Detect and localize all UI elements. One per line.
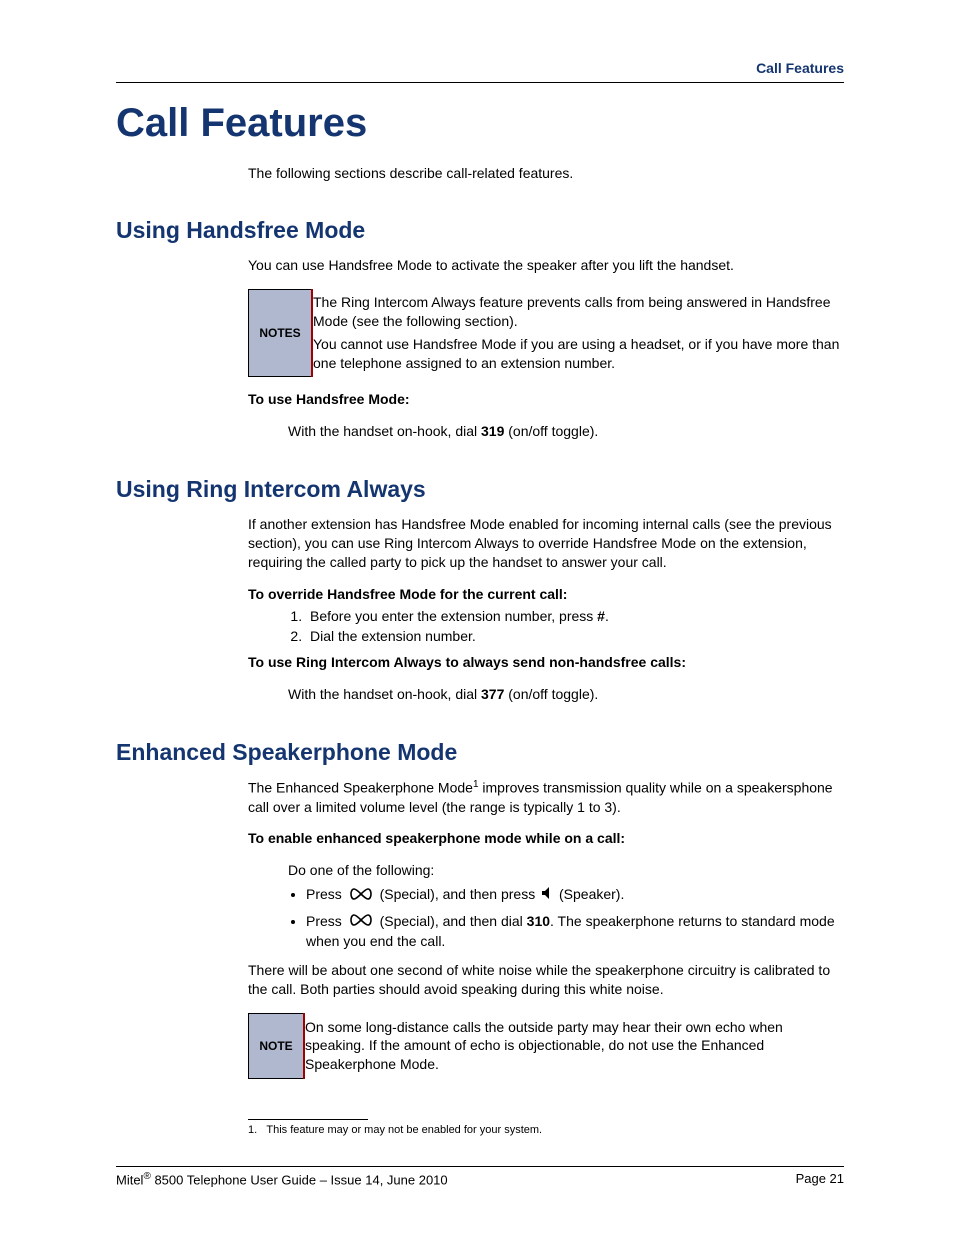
footnote-rule [248, 1119, 368, 1120]
speakerphone-bullets: Press (Special), and then press (Speaker… [248, 885, 844, 951]
stepB-code: 377 [481, 686, 504, 702]
ringintercom-stepB: With the handset on-hook, dial 377 (on/o… [288, 684, 844, 705]
note-body: On some long-distance calls the outside … [304, 1014, 844, 1079]
section-ringintercom-body: If another extension has Handsfree Mode … [248, 515, 844, 705]
note-line-1: The Ring Intercom Always feature prevent… [313, 293, 844, 331]
b2-a: Press [306, 913, 346, 929]
stepB-post: (on/off toggle). [504, 686, 598, 702]
footnote-block: 1. This feature may or may not be enable… [248, 1119, 844, 1136]
b1-b: (Special), and then press [380, 886, 540, 902]
note-line-2: You cannot use Handsfree Mode if you are… [313, 335, 844, 373]
section-ringintercom-title: Using Ring Intercom Always [116, 476, 844, 503]
header-breadcrumb: Call Features [116, 60, 844, 76]
section-handsfree-title: Using Handsfree Mode [116, 217, 844, 244]
infinity-special-icon [348, 886, 374, 906]
section-speakerphone-body: The Enhanced Speakerphone Mode1 improves… [248, 778, 844, 1079]
intro-text: The following sections describe call-rel… [248, 164, 844, 183]
chapter-title: Call Features [116, 101, 844, 146]
step1-post: . [605, 608, 609, 624]
ringintercom-steps: Before you enter the extension number, p… [248, 608, 844, 644]
section-speakerphone-title: Enhanced Speakerphone Mode [116, 739, 844, 766]
notes-label: NOTES [249, 289, 313, 377]
footer-left-pre: Mitel [116, 1172, 143, 1187]
footer: Mitel® 8500 Telephone User Guide – Issue… [116, 1171, 844, 1187]
b1-c: (Speaker). [559, 886, 624, 902]
list-item: Before you enter the extension number, p… [306, 608, 844, 624]
page: Call Features Call Features The followin… [0, 0, 954, 1235]
footer-rule [116, 1166, 844, 1167]
step-text-pre: With the handset on-hook, dial [288, 423, 481, 439]
footer-left-sup: ® [143, 1171, 150, 1182]
list-item: Press (Special), and then dial 310. The … [306, 912, 844, 952]
speakerphone-para2: There will be about one second of white … [248, 961, 844, 999]
notes-body: The Ring Intercom Always feature prevent… [312, 289, 844, 377]
b2-b: (Special), and then dial [380, 913, 527, 929]
b2-code: 310 [527, 913, 550, 929]
step-code: 319 [481, 423, 504, 439]
footer-left-post: 8500 Telephone User Guide – Issue 14, Ju… [151, 1172, 448, 1187]
footnote-num: 1. [248, 1124, 257, 1136]
notes-box: NOTES The Ring Intercom Always feature p… [248, 289, 844, 378]
para-pre: The Enhanced Speakerphone Mode [248, 780, 473, 796]
list-item: Dial the extension number. [306, 628, 844, 644]
handsfree-subhead: To use Handsfree Mode: [248, 391, 844, 407]
speakerphone-sub: To enable enhanced speakerphone mode whi… [248, 830, 844, 846]
footer-left: Mitel® 8500 Telephone User Guide – Issue… [116, 1171, 448, 1187]
note-box: NOTE On some long-distance calls the out… [248, 1013, 844, 1079]
b1-a: Press [306, 886, 346, 902]
handsfree-step: With the handset on-hook, dial 319 (on/o… [288, 421, 844, 442]
ringintercom-subA: To override Handsfree Mode for the curre… [248, 586, 844, 602]
intro-block: The following sections describe call-rel… [248, 164, 844, 183]
footer-right: Page 21 [796, 1171, 844, 1187]
footnote-text: This feature may or may not be enabled f… [266, 1124, 542, 1136]
section-handsfree-body: You can use Handsfree Mode to activate t… [248, 256, 844, 442]
step1-pre: Before you enter the extension number, p… [310, 608, 597, 624]
note-label: NOTE [249, 1014, 305, 1079]
infinity-special-icon [348, 912, 374, 932]
footnote: 1. This feature may or may not be enable… [248, 1124, 844, 1136]
ringintercom-subB: To use Ring Intercom Always to always se… [248, 654, 844, 670]
step1-key: # [597, 608, 605, 624]
list-item: Press (Special), and then press (Speaker… [306, 885, 844, 905]
step-text-post: (on/off toggle). [504, 423, 598, 439]
handsfree-para: You can use Handsfree Mode to activate t… [248, 256, 844, 275]
stepB-pre: With the handset on-hook, dial [288, 686, 481, 702]
speaker-icon [541, 886, 553, 906]
header-rule [116, 82, 844, 83]
speakerphone-lead: Do one of the following: [288, 860, 844, 881]
ringintercom-para: If another extension has Handsfree Mode … [248, 515, 844, 572]
note-text: On some long-distance calls the outside … [305, 1018, 844, 1075]
speakerphone-para: The Enhanced Speakerphone Mode1 improves… [248, 778, 844, 816]
